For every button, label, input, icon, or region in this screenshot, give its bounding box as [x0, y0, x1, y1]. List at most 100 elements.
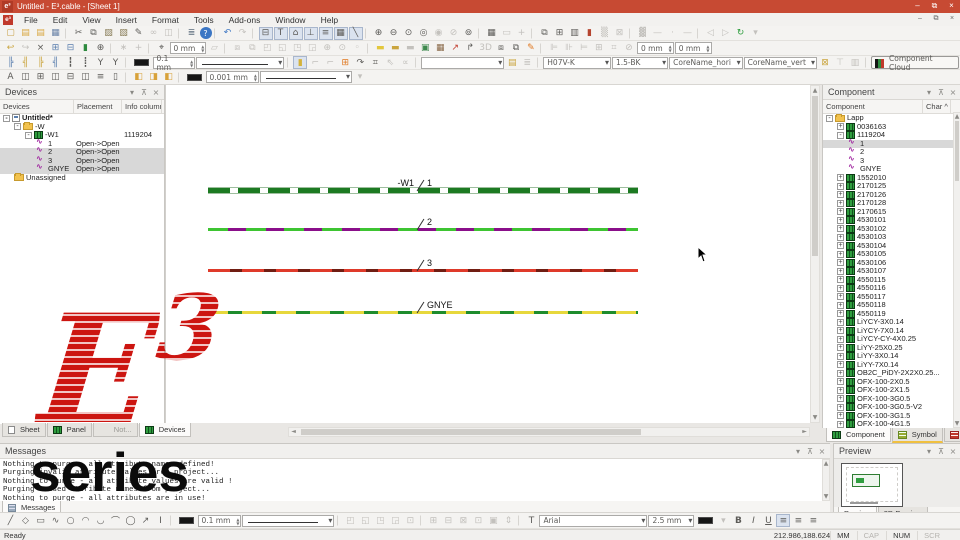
component-row[interactable]: 2 — [823, 148, 953, 157]
trace-icon[interactable]: ∝ — [398, 56, 412, 69]
layer-gray-icon[interactable]: ▬ — [403, 42, 417, 55]
component-scroll-thumb[interactable] — [955, 121, 959, 181]
place-icon[interactable]: ⊕ — [94, 42, 108, 55]
expander-icon[interactable]: + — [837, 268, 844, 275]
expander-icon[interactable]: + — [837, 336, 844, 343]
expander-icon[interactable]: + — [837, 293, 844, 300]
hook2-icon[interactable]: ⌐ — [323, 56, 337, 69]
expander-icon[interactable]: - — [826, 115, 833, 122]
disconnect-icon[interactable]: ╣ — [49, 56, 63, 69]
component-row[interactable]: +2170125 — [823, 182, 953, 191]
scale-icon[interactable]: ⊡ — [403, 514, 417, 527]
connect-right-icon[interactable]: ╣ — [19, 56, 33, 69]
vscroll-thumb[interactable] — [812, 96, 818, 256]
expander-icon[interactable]: - — [14, 123, 21, 130]
menu-item[interactable]: File — [17, 14, 45, 26]
gate-right-icon[interactable]: ◨ — [147, 71, 161, 84]
pair1-icon[interactable]: ◫ — [19, 71, 33, 84]
expander-icon[interactable]: + — [837, 234, 844, 241]
expander-icon[interactable]: + — [837, 310, 844, 317]
draw-color-chip[interactable] — [179, 517, 194, 524]
corner3-icon[interactable]: ◳ — [290, 42, 304, 55]
undo-icon[interactable]: ↶ — [221, 27, 235, 40]
expander-icon[interactable]: + — [837, 183, 844, 190]
column-header[interactable]: Component — [823, 100, 923, 113]
align-center-icon[interactable]: ≡ — [791, 514, 805, 527]
mirror1-icon[interactable]: ◳ — [373, 514, 387, 527]
gate-swap-icon[interactable]: ◧ — [162, 71, 176, 84]
component-row[interactable]: +0036163 — [823, 123, 953, 132]
line1-icon[interactable]: — — [651, 27, 665, 40]
branch2-icon[interactable]: Y — [109, 56, 123, 69]
polygon-tool-icon[interactable]: ◇ — [19, 514, 33, 527]
component-row[interactable]: +4530105 — [823, 250, 953, 259]
wire-pin-icon[interactable]: ⊤ — [833, 56, 847, 69]
save-icon[interactable]: ▦ — [49, 27, 63, 40]
menu-item[interactable]: Help — [314, 14, 345, 26]
restore-icon[interactable]: ⧉ — [926, 1, 943, 12]
layer-yellow-icon[interactable]: ▬ — [373, 42, 387, 55]
cascade-icon[interactable]: ▥ — [568, 27, 582, 40]
crosshair-icon[interactable]: + — [515, 27, 529, 40]
front-icon[interactable]: ⊠ — [456, 514, 470, 527]
new-icon[interactable]: ▢ — [4, 27, 18, 40]
connect-both-icon[interactable]: ╠ — [34, 56, 48, 69]
shape-mode-icon[interactable]: ⌂ — [289, 27, 303, 40]
paste-special-icon[interactable]: ▧ — [117, 27, 131, 40]
tree-row-unassigned[interactable]: Unassigned — [0, 174, 164, 183]
scroll-up-icon[interactable]: ▲ — [954, 113, 960, 120]
fill-icon[interactable]: ▓ — [636, 27, 650, 40]
pair3-icon[interactable]: ◫ — [49, 71, 63, 84]
rotate1-icon[interactable]: ◰ — [343, 514, 357, 527]
spline-tool-icon[interactable]: ∿ — [49, 514, 63, 527]
pan-icon[interactable]: ▭ — [500, 27, 514, 40]
grid-icon[interactable]: ▦ — [485, 27, 499, 40]
sheet-props-icon[interactable]: ⊟ — [64, 42, 78, 55]
component-row[interactable]: -Lapp — [823, 114, 953, 123]
view-3d-icon[interactable]: 3D — [478, 42, 493, 55]
scroll-up-icon[interactable]: ▲ — [823, 460, 829, 467]
rect-tool-icon[interactable]: ▭ — [34, 514, 48, 527]
draw-width-field[interactable]: 0.1 mm — [198, 515, 242, 527]
menu-item[interactable]: View — [75, 14, 107, 26]
menu-item[interactable]: Window — [268, 14, 312, 26]
line2-color-chip[interactable] — [187, 74, 202, 81]
expander-icon[interactable]: + — [837, 285, 844, 292]
bundle-icon[interactable]: ┇ — [64, 56, 78, 69]
open-project-icon[interactable]: ▤ — [34, 27, 48, 40]
cube2-icon[interactable]: ⧉ — [509, 42, 523, 55]
wire-table-icon[interactable]: ▥ — [848, 56, 862, 69]
tab-misc[interactable]: Misc — [944, 428, 960, 442]
hscroll-thumb[interactable] — [301, 429, 641, 435]
canvas-hscrollbar[interactable]: ◄ ► — [288, 427, 810, 437]
tab-component[interactable]: Component — [826, 428, 891, 442]
align-text-icon[interactable]: ≡ — [94, 71, 108, 84]
cut-icon[interactable]: ✂ — [72, 27, 86, 40]
new-window-icon[interactable]: ⧉ — [538, 27, 552, 40]
redo-icon[interactable]: ↷ — [236, 27, 250, 40]
panel-menu-icon[interactable]: ▾ — [923, 86, 935, 99]
line2-icon[interactable]: — — [681, 27, 695, 40]
component-row[interactable]: 3 — [823, 157, 953, 166]
minimize-icon[interactable]: – — [909, 1, 926, 12]
grid-size-field[interactable]: 0 mm — [170, 42, 207, 54]
expander-icon[interactable]: + — [837, 361, 844, 368]
component-row[interactable]: 1 — [823, 140, 953, 149]
branch-icon[interactable]: Y — [94, 56, 108, 69]
panel-menu-icon[interactable]: ▾ — [792, 445, 804, 458]
rotate2-icon[interactable]: ◱ — [358, 514, 372, 527]
cursor-tool-icon[interactable]: I — [154, 514, 168, 527]
component-row[interactable]: +4530107 — [823, 267, 953, 276]
ellipse-tool-icon[interactable]: ◯ — [124, 514, 138, 527]
panel-icon[interactable]: ▣ — [418, 42, 432, 55]
column-header[interactable]: Placement — [74, 100, 122, 113]
line-tool-icon[interactable]: ╱ — [4, 514, 18, 527]
font-select[interactable]: Arial — [539, 515, 647, 527]
align-right-icon[interactable]: ≡ — [806, 514, 820, 527]
hook1-icon[interactable]: ⌐ — [308, 56, 322, 69]
component-row[interactable]: +4530103 — [823, 233, 953, 242]
settings-icon[interactable]: ∗ — [117, 42, 131, 55]
expander-icon[interactable]: + — [837, 217, 844, 224]
tree-row-conductor-gnye[interactable]: GNYE Open->Open — [0, 165, 164, 174]
expander-icon[interactable]: + — [837, 404, 844, 411]
